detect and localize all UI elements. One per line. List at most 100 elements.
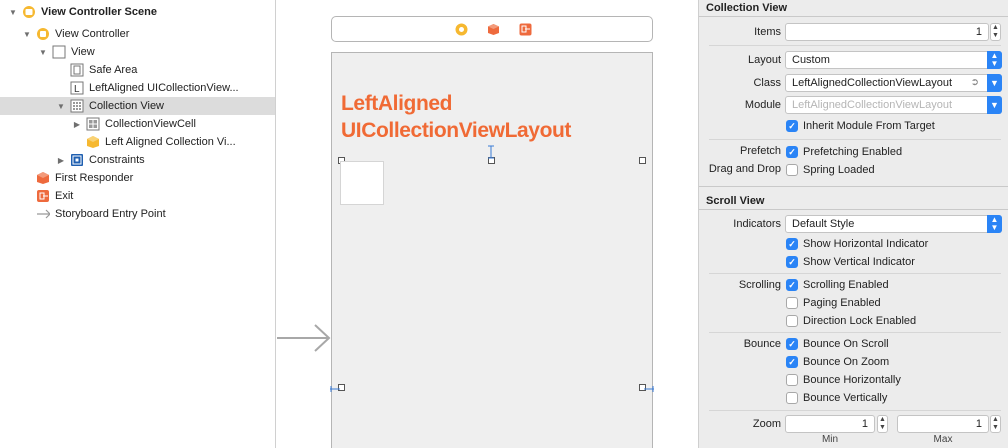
divider <box>709 273 1001 274</box>
checkbox-label: Bounce On Scroll <box>803 338 889 350</box>
first-responder-dock-icon[interactable] <box>487 23 500 36</box>
disclosure-triangle-icon[interactable]: ▼ <box>38 48 48 57</box>
divider <box>709 45 1001 46</box>
checkbox-unchecked-icon <box>786 392 798 404</box>
title-line-1: LeftAligned <box>341 92 453 115</box>
paging-enabled-checkbox[interactable]: Paging Enabled <box>786 296 881 310</box>
checkbox-label: Spring Loaded <box>803 164 875 176</box>
object-icon <box>86 135 100 149</box>
zoom-min-stepper[interactable]: ▲ ▼ <box>877 415 888 433</box>
outline-item-label: Constraints <box>89 154 145 166</box>
outline-item-label: CollectionViewCell <box>105 118 196 130</box>
title-label[interactable]: LeftAligned UICollectionViewLayout <box>341 90 571 144</box>
section-title-scroll-view: Scroll View <box>706 195 765 207</box>
inherit-module-checkbox[interactable]: ✓ Inherit Module From Target <box>786 119 935 133</box>
divider <box>709 410 1001 411</box>
outline-item-safe-area[interactable]: Safe Area <box>0 61 275 79</box>
disclosure-triangle-icon[interactable]: ▶ <box>72 120 82 129</box>
constraint-right-icon <box>644 386 654 392</box>
checkbox-unchecked-icon <box>786 374 798 386</box>
checkbox-checked-icon: ✓ <box>786 238 798 250</box>
checkbox-label: Scrolling Enabled <box>803 279 889 291</box>
checkbox-label: Show Horizontal Indicator <box>803 238 929 250</box>
section-title-collection-view: Collection View <box>706 2 788 14</box>
constraint-left-icon <box>330 386 340 392</box>
outline-item-label: View Controller <box>55 28 130 40</box>
show-horizontal-indicator-checkbox[interactable]: ✓ Show Horizontal Indicator <box>786 237 928 251</box>
checkbox-label: Bounce Vertically <box>803 392 888 404</box>
scene-icon <box>22 5 36 19</box>
checkbox-label: Show Vertical Indicator <box>803 256 915 268</box>
outline-item-view-controller-scene[interactable]: ▼ View Controller Scene <box>0 3 275 21</box>
exit-dock-icon[interactable] <box>519 23 532 36</box>
outline-item-collection-view-cell[interactable]: ▶ CollectionViewCell <box>0 115 275 133</box>
constraint-i-beam-icon <box>488 145 494 159</box>
label-icon: L <box>70 81 84 95</box>
outline-item-label: Storyboard Entry Point <box>55 208 166 220</box>
view-controller-dock-icon[interactable] <box>455 23 468 36</box>
direction-lock-checkbox[interactable]: Direction Lock Enabled <box>786 314 916 328</box>
outline-item-first-responder[interactable]: First Responder <box>0 169 275 187</box>
checkbox-unchecked-icon <box>786 315 798 327</box>
outline-item-label-view[interactable]: L LeftAligned UICollectionView... <box>0 79 275 97</box>
zoom-min-field[interactable]: 1 <box>785 415 875 433</box>
prefetching-enabled-checkbox[interactable]: ✓ Prefetching Enabled <box>786 145 902 159</box>
outline-item-label: Safe Area <box>89 64 138 76</box>
resize-handle[interactable] <box>639 157 646 164</box>
view-controller-view[interactable]: LeftAligned UICollectionViewLayout <box>330 52 654 448</box>
scrolling-enabled-checkbox[interactable]: ✓ Scrolling Enabled <box>786 278 889 292</box>
zoom-max-stepper[interactable]: ▲ ▼ <box>990 415 1001 433</box>
first-responder-icon <box>36 171 50 185</box>
disclosure-triangle-icon[interactable]: ▶ <box>56 156 66 165</box>
outline-item-left-aligned-layout[interactable]: Left Aligned Collection Vi... <box>0 133 275 151</box>
bounce-label: Bounce <box>743 338 781 350</box>
checkbox-checked-icon: ✓ <box>786 356 798 368</box>
outline-item-label: View <box>71 46 95 58</box>
outline-item-exit[interactable]: Exit <box>0 187 275 205</box>
layout-popup[interactable]: Custom ▲ ▼ <box>785 51 1002 69</box>
entry-point-icon <box>36 207 50 221</box>
spring-loaded-checkbox[interactable]: Spring Loaded <box>786 163 875 177</box>
combo-chevron-icon: ▼ <box>987 74 1002 92</box>
checkbox-checked-icon: ✓ <box>786 256 798 268</box>
class-combo[interactable]: LeftAlignedCollectionViewLayout ➲ ▼ <box>785 74 1002 92</box>
outline-item-constraints[interactable]: ▶ Constraints <box>0 151 275 169</box>
outline-item-label: View Controller Scene <box>41 6 157 18</box>
storyboard-canvas[interactable]: LeftAligned UICollectionViewLayout <box>277 0 697 448</box>
disclosure-triangle-icon[interactable]: ▼ <box>22 30 32 39</box>
storyboard-entry-arrow-icon[interactable] <box>277 322 333 354</box>
checkbox-checked-icon: ✓ <box>786 279 798 291</box>
indicators-label: Indicators <box>733 218 781 230</box>
go-to-class-icon[interactable]: ➲ <box>971 77 979 88</box>
disclosure-triangle-icon[interactable]: ▼ <box>56 102 66 111</box>
outline-item-storyboard-entry-point[interactable]: Storyboard Entry Point <box>0 205 275 223</box>
exit-icon <box>36 189 50 203</box>
show-vertical-indicator-checkbox[interactable]: ✓ Show Vertical Indicator <box>786 255 915 269</box>
checkbox-label: Prefetching Enabled <box>803 146 903 158</box>
outline-item-view-controller[interactable]: ▼ View Controller <box>0 25 275 43</box>
outline-item-view[interactable]: ▼ View <box>0 43 275 61</box>
items-stepper[interactable]: ▲ ▼ <box>990 23 1001 41</box>
title-line-2: UICollectionViewLayout <box>341 119 572 142</box>
outline-item-label: First Responder <box>55 172 134 184</box>
bounce-vertically-checkbox[interactable]: Bounce Vertically <box>786 391 887 405</box>
divider <box>699 186 1008 187</box>
module-combo[interactable]: LeftAlignedCollectionViewLayout ▼ <box>785 96 1002 114</box>
outline-item-collection-view[interactable]: ▼ Collection View <box>0 97 275 115</box>
bounce-on-scroll-checkbox[interactable]: ✓ Bounce On Scroll <box>786 337 889 351</box>
popup-chevron-icon: ▲ ▼ <box>987 51 1002 69</box>
items-field[interactable]: 1 <box>785 23 989 41</box>
disclosure-triangle-icon[interactable]: ▼ <box>8 8 18 17</box>
divider <box>709 139 1001 140</box>
bounce-on-zoom-checkbox[interactable]: ✓ Bounce On Zoom <box>786 355 889 369</box>
zoom-max-field[interactable]: 1 <box>897 415 989 433</box>
bounce-horizontally-checkbox[interactable]: Bounce Horizontally <box>786 373 901 387</box>
svg-text:L: L <box>74 84 80 95</box>
outline-item-label: Left Aligned Collection Vi... <box>105 136 236 148</box>
scrolling-label: Scrolling <box>738 279 781 291</box>
layout-value: Custom <box>792 54 830 66</box>
collection-view-cell[interactable] <box>340 161 384 205</box>
zoom-min-caption: Min <box>821 434 839 445</box>
scene-dock[interactable] <box>331 16 653 42</box>
indicators-popup[interactable]: Default Style ▲ ▼ <box>785 215 1002 233</box>
